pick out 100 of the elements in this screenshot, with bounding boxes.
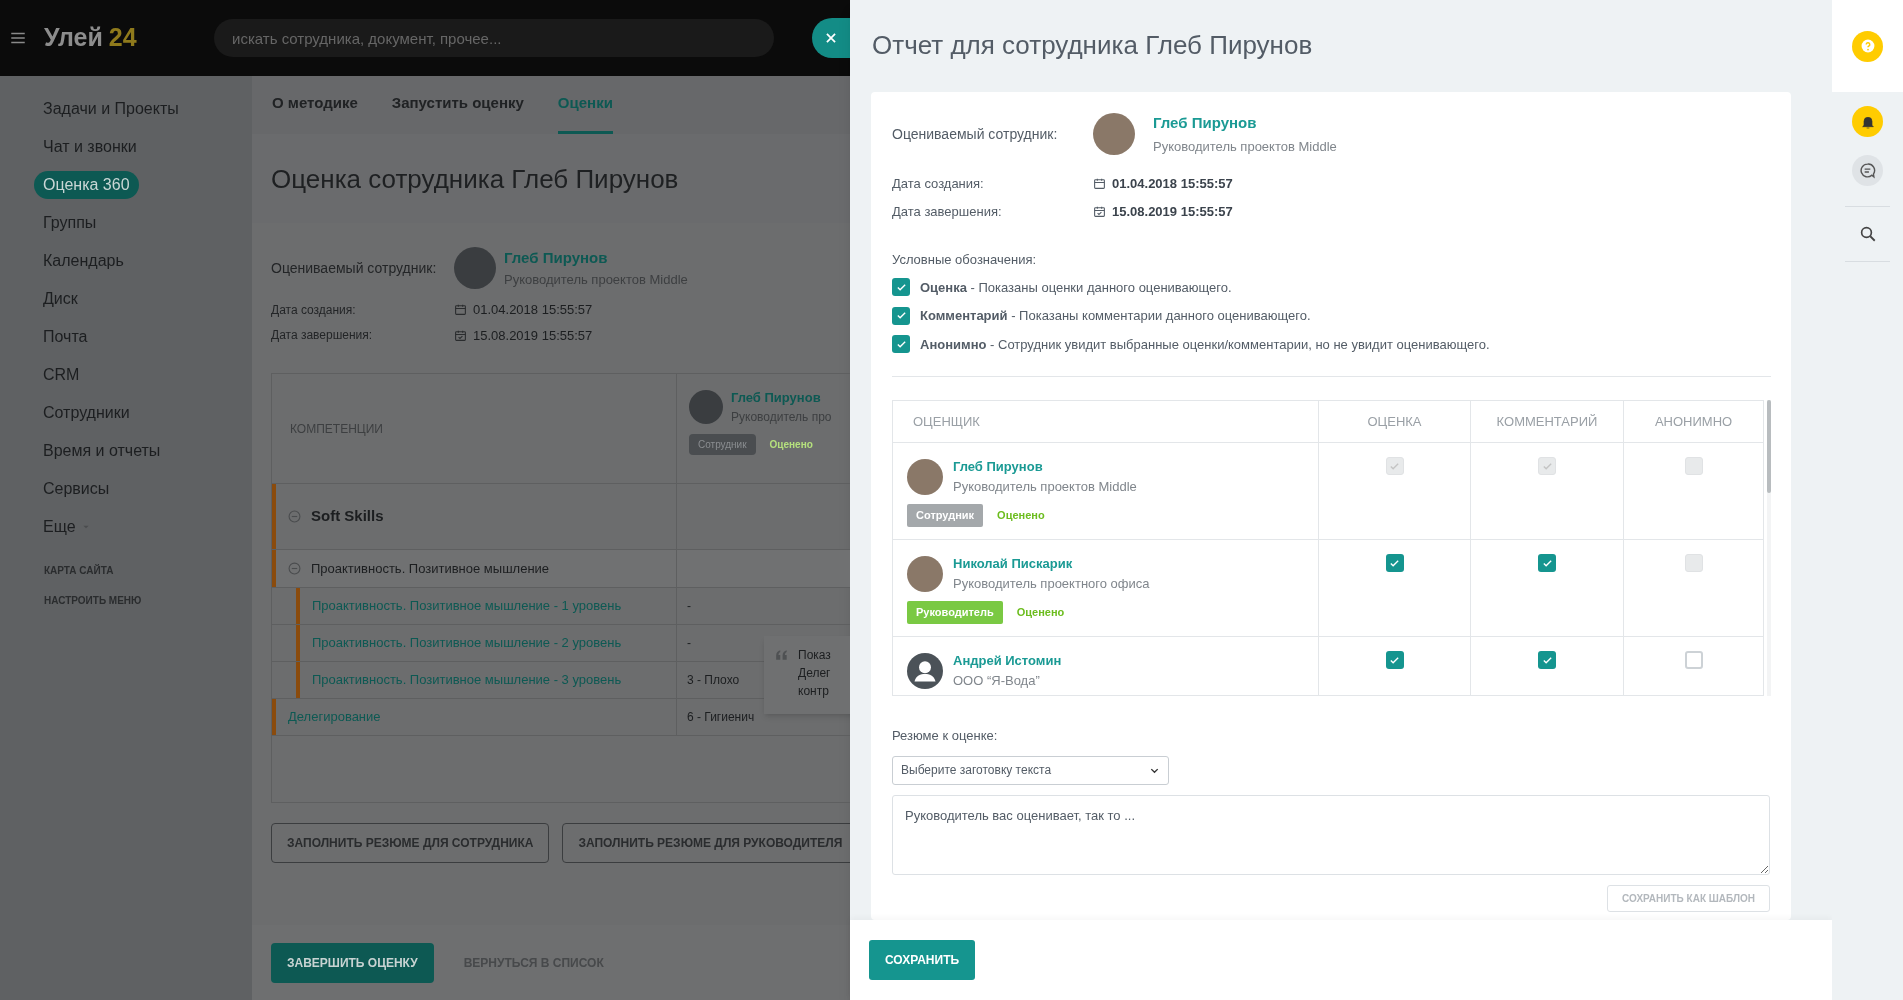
chat-icon: [1859, 162, 1876, 179]
assessor-position: Руководитель проектного офиса: [953, 574, 1150, 593]
competency-link[interactable]: Проактивность. Позитивное мышление - 2 уровень: [312, 633, 622, 653]
sidebar-item[interactable]: Сервисы: [34, 475, 119, 503]
sidebar-item[interactable]: Время и отчеты: [34, 437, 170, 465]
employee-position: Руководитель проектов Middle: [1153, 137, 1337, 156]
checkbox[interactable]: [892, 306, 910, 325]
calendar-check-icon: [454, 328, 467, 342]
legend-title: Условные обозначения:: [892, 251, 1038, 269]
calendar-icon: [454, 303, 467, 317]
template-select[interactable]: Выберите заготовку текста: [892, 755, 1169, 785]
checkbox[interactable]: [1684, 651, 1703, 669]
check-icon: [895, 338, 907, 350]
save-template-button[interactable]: СОХРАНИТЬ КАК ШАБЛОН: [1607, 884, 1770, 912]
finish-button[interactable]: ЗАВЕРШИТЬ ОЦЕНКУ: [271, 942, 434, 983]
checkbox[interactable]: [892, 278, 910, 297]
check-icon: [1541, 557, 1553, 569]
score-text: 3 - Плохо: [687, 672, 740, 689]
status-text: Оценено: [997, 508, 1045, 523]
column-header: ОЦЕНЩИК: [912, 412, 981, 431]
sidebar-item[interactable]: Сотрудники: [34, 399, 139, 427]
sidebar-item[interactable]: CRM: [34, 361, 89, 389]
scrollbar-thumb[interactable]: [1767, 400, 1772, 493]
legend-text: Анонимно - Сотрудник увидит выбранные оценки/комментарии, но не увидит оценивающего.: [920, 335, 1490, 354]
calendar-check-icon: [1093, 204, 1106, 218]
calendar-icon: [1093, 177, 1106, 191]
status-text: Оценено: [1016, 605, 1065, 620]
save-button[interactable]: СОХРАНИТЬ: [869, 940, 976, 980]
employee-link[interactable]: Глеб Пирунов: [1153, 112, 1337, 135]
field-label: Оцениваемый сотрудник:: [271, 258, 438, 278]
competency-link[interactable]: Делегирование: [288, 707, 381, 727]
assessor-link[interactable]: Глеб Пирунов: [731, 388, 832, 408]
summary-textarea[interactable]: Руководитель вас оценивает, так то ...: [892, 794, 1770, 875]
close-button[interactable]: [812, 18, 850, 58]
competency-link[interactable]: Проактивность. Позитивное мышление - 3 уровень: [312, 670, 622, 690]
column-header: КОММЕНТАРИЙ: [1470, 401, 1623, 442]
legend-text: Комментарий - Показаны комментарии данного оценивающего.: [920, 307, 1311, 325]
date-value: 15.08.2019 15:55:57: [473, 326, 593, 345]
logo-text: Улей: [44, 22, 103, 54]
chat-button[interactable]: [1852, 155, 1883, 186]
column-header: АНОНИМНО: [1623, 401, 1764, 442]
field-label: Дата завершения:: [892, 202, 1003, 221]
close-icon: [824, 31, 838, 45]
checkbox[interactable]: [892, 335, 910, 354]
avatar-placeholder: [454, 247, 496, 289]
tooltip-text: Делег: [798, 665, 831, 682]
sidebar-item[interactable]: Чат и звонки: [34, 133, 146, 161]
sidebar-item[interactable]: Почта: [34, 323, 97, 351]
tooltip-text: контр: [798, 683, 830, 700]
checkbox[interactable]: [1538, 554, 1556, 572]
scrollbar[interactable]: [1767, 400, 1771, 696]
search-icon: [1858, 225, 1877, 243]
search-field[interactable]: искать сотрудника, документ, прочее...: [214, 19, 774, 57]
field-label: Резюме к оценке:: [892, 727, 999, 745]
assessor-link[interactable]: Николай Пискарик: [953, 554, 1150, 574]
check-icon: [895, 281, 907, 293]
page-title: Оценка сотрудника Глеб Пирунов: [270, 163, 680, 196]
checkbox[interactable]: [1538, 651, 1556, 669]
tab[interactable]: Оценки: [557, 76, 613, 134]
sidebar-item[interactable]: Задачи и Проекты: [34, 95, 188, 123]
check-icon: [1389, 460, 1400, 472]
tab[interactable]: Запустить оценку: [391, 76, 524, 134]
checkbox[interactable]: [1385, 554, 1404, 572]
employee-link[interactable]: Глеб Пирунов: [504, 247, 688, 270]
assessor-link[interactable]: Андрей Истомин: [953, 651, 1062, 671]
competency-link[interactable]: Проактивность. Позитивное мышление - 1 уровень: [312, 596, 622, 616]
subgroup-title: Проактивность. Позитивное мышление: [311, 559, 550, 578]
check-icon: [1389, 654, 1400, 666]
date-value: 01.04.2018 15:55:57: [1112, 175, 1233, 193]
status-text: Оценено: [769, 437, 813, 452]
logo-number: 24: [108, 22, 137, 54]
sidebar-item[interactable]: Диск: [34, 285, 87, 313]
field-label: Оцениваемый сотрудник:: [892, 124, 1059, 144]
sidebar-item[interactable]: Группы: [34, 209, 106, 237]
outline-button[interactable]: ЗАПОЛНИТЬ РЕЗЮМЕ ДЛЯ РУКОВОДИТЕЛЯ: [562, 823, 850, 863]
assessor-position: Руководитель проектов Middle: [953, 477, 1137, 496]
score-text: -: [687, 598, 691, 615]
field-label: Дата создания:: [892, 175, 985, 193]
assessor-link[interactable]: Глеб Пирунов: [953, 457, 1137, 477]
role-tag: Сотрудник: [907, 504, 984, 527]
group-title: Soft Skills: [311, 506, 384, 527]
legend-text: Оценка - Показаны оценки данного оценивающего.: [920, 278, 1232, 297]
sidebar-item[interactable]: Календарь: [34, 247, 133, 275]
sidebar-more[interactable]: Еще: [34, 513, 99, 541]
check-icon: [1541, 654, 1553, 666]
check-icon: [1389, 557, 1400, 569]
panel-title: Отчет для сотрудника Глеб Пирунов: [871, 29, 1314, 62]
collapse-icon[interactable]: [288, 562, 301, 575]
date-value: 15.08.2019 15:55:57: [1112, 202, 1233, 221]
tab[interactable]: О методике: [272, 76, 358, 134]
field-label: Дата завершения:: [271, 327, 374, 345]
column-header: ОЦЕНКА: [1318, 401, 1470, 442]
outline-button[interactable]: ЗАПОЛНИТЬ РЕЗЮМЕ ДЛЯ СОТРУДНИКА: [271, 823, 550, 863]
quote-icon: [774, 648, 790, 662]
assessor-position: ООО “Я-Вода”: [953, 671, 1041, 690]
checkbox[interactable]: [1385, 651, 1404, 669]
notifications-button[interactable]: [1852, 106, 1883, 137]
score-text: 6 - Гигиенич: [687, 709, 755, 726]
sidebar-item[interactable]: Оценка 360: [34, 171, 139, 199]
question-icon: [1860, 39, 1875, 53]
